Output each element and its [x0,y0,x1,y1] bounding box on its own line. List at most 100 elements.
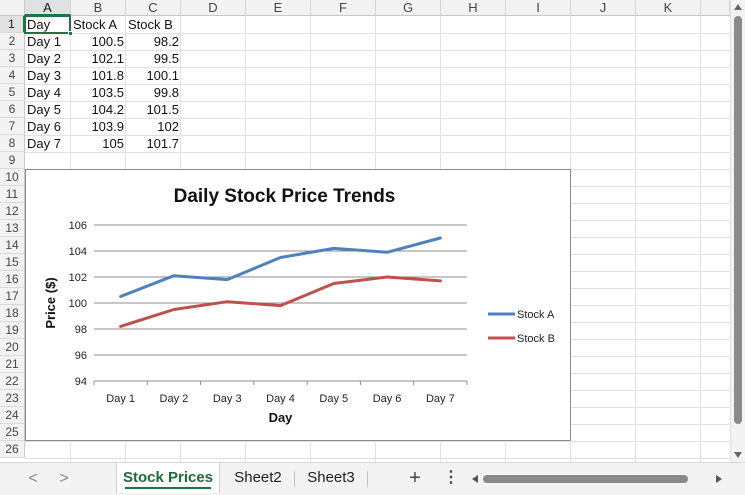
scroll-left-icon[interactable] [472,475,478,483]
row-header[interactable]: 23 [0,390,25,407]
cell-b2[interactable]: 100.5 [71,33,126,50]
row-header[interactable]: 10 [0,169,25,186]
row-header[interactable]: 19 [0,322,25,339]
row-header[interactable]: 7 [0,118,25,135]
row-header[interactable]: 13 [0,220,25,237]
row-header[interactable]: 5 [0,84,25,101]
row-header[interactable]: 26 [0,441,25,458]
x-tick-label: Day 4 [266,393,295,405]
worksheet-grid[interactable]: A B C D E F G H I J K 1 2 3 4 5 6 7 8 9 … [0,0,730,462]
row-header[interactable]: 12 [0,203,25,220]
select-all-corner[interactable] [0,0,25,16]
row-header[interactable]: 2 [0,33,25,50]
cell-b7[interactable]: 103.9 [71,118,126,135]
column-header-f[interactable]: F [311,0,376,16]
tab-sheet3[interactable]: Sheet3 [296,463,366,493]
cell-b1[interactable]: Stock A [71,16,126,33]
horizontal-scrollbar[interactable] [470,472,728,486]
cell-a4[interactable]: Day 3 [25,67,71,84]
vertical-scroll-thumb[interactable] [734,16,742,424]
cell-c3[interactable]: 99.5 [126,50,181,67]
y-axis-title: Price ($) [43,277,58,328]
add-sheet-button[interactable]: + [405,467,425,489]
cell-a7[interactable]: Day 6 [25,118,71,135]
row-header[interactable]: 3 [0,50,25,67]
row-header[interactable]: 14 [0,237,25,254]
row-header[interactable]: 11 [0,186,25,203]
cell-b3[interactable]: 102.1 [71,50,126,67]
more-options-icon[interactable]: ⋮ [443,467,459,489]
row-header[interactable]: 24 [0,407,25,424]
tab-stock-prices[interactable]: Stock Prices [116,463,220,493]
cell-a5[interactable]: Day 4 [25,84,71,101]
row-header[interactable]: 20 [0,339,25,356]
row-header[interactable]: 22 [0,373,25,390]
cell-c7[interactable]: 102 [126,118,181,135]
column-header-partial[interactable] [701,0,730,16]
cell-c1[interactable]: Stock B [126,16,181,33]
row-header[interactable]: 17 [0,288,25,305]
y-tick-label: 106 [69,220,87,232]
column-header-j[interactable]: J [571,0,636,16]
cell-a2[interactable]: Day 1 [25,33,71,50]
cell-c4[interactable]: 100.1 [126,67,181,84]
column-header-k[interactable]: K [636,0,701,16]
column-header-h[interactable]: H [441,0,506,16]
next-sheet-icon[interactable]: > [55,469,73,489]
x-tick-label: Day 5 [319,393,348,405]
tab-separator [294,471,295,487]
column-header-e[interactable]: E [246,0,311,16]
cell-a6[interactable]: Day 5 [25,101,71,118]
column-header-i[interactable]: I [506,0,571,16]
series-line-stock-a [119,236,442,298]
gridline [635,16,636,462]
cell-b6[interactable]: 104.2 [71,101,126,118]
cell-c5[interactable]: 99.8 [126,84,181,101]
row-header[interactable]: 8 [0,135,25,152]
y-tick-label: 102 [69,272,87,284]
cell-a8[interactable]: Day 7 [25,135,71,152]
row-header[interactable]: 6 [0,101,25,118]
gridline [25,458,730,459]
cell-b5[interactable]: 103.5 [71,84,126,101]
active-tab-underline [125,487,211,489]
cell-c2[interactable]: 98.2 [126,33,181,50]
row-header[interactable]: 21 [0,356,25,373]
scroll-up-icon[interactable] [734,4,742,10]
sheet-tab-bar: < > Stock Prices Sheet2 Sheet3 + ⋮ [0,462,745,495]
tab-label: Stock Prices [122,469,214,486]
line-chart[interactable]: Daily Stock Price Trends 94 96 98 100 102 104 1… [25,169,571,441]
cell-c6[interactable]: 101.5 [126,101,181,118]
column-header-g[interactable]: G [376,0,441,16]
y-tick-label: 100 [69,298,87,310]
row-header[interactable]: 16 [0,271,25,288]
row-header[interactable]: 15 [0,254,25,271]
column-header-b[interactable]: B [71,0,126,16]
tab-sheet2[interactable]: Sheet2 [224,463,292,493]
prev-sheet-icon[interactable]: < [24,469,42,489]
column-header-d[interactable]: D [181,0,246,16]
cell-c8[interactable]: 101.7 [126,135,181,152]
scroll-down-icon[interactable] [734,452,742,458]
y-tick-label: 96 [75,350,87,362]
column-header-a[interactable]: A [25,0,71,16]
vertical-scrollbar[interactable] [730,0,745,462]
y-tick-label: 104 [69,246,87,258]
scroll-right-icon[interactable] [716,475,722,483]
row-header[interactable]: 1 [0,16,25,33]
cell-b8[interactable]: 105 [71,135,126,152]
active-cell-outline [24,15,71,34]
x-tick-label: Day 6 [373,393,402,405]
row-header[interactable]: 18 [0,305,25,322]
row-header[interactable]: 9 [0,152,25,169]
x-tick-label: Day 1 [106,393,135,405]
row-header[interactable]: 4 [0,67,25,84]
column-header-c[interactable]: C [126,0,181,16]
y-tick-label: 98 [75,324,87,336]
cell-a3[interactable]: Day 2 [25,50,71,67]
x-axis-title: Day [269,410,294,425]
horizontal-scroll-thumb[interactable] [483,475,688,483]
fill-handle[interactable] [68,31,73,36]
cell-b4[interactable]: 101.8 [71,67,126,84]
row-header[interactable]: 25 [0,424,25,441]
